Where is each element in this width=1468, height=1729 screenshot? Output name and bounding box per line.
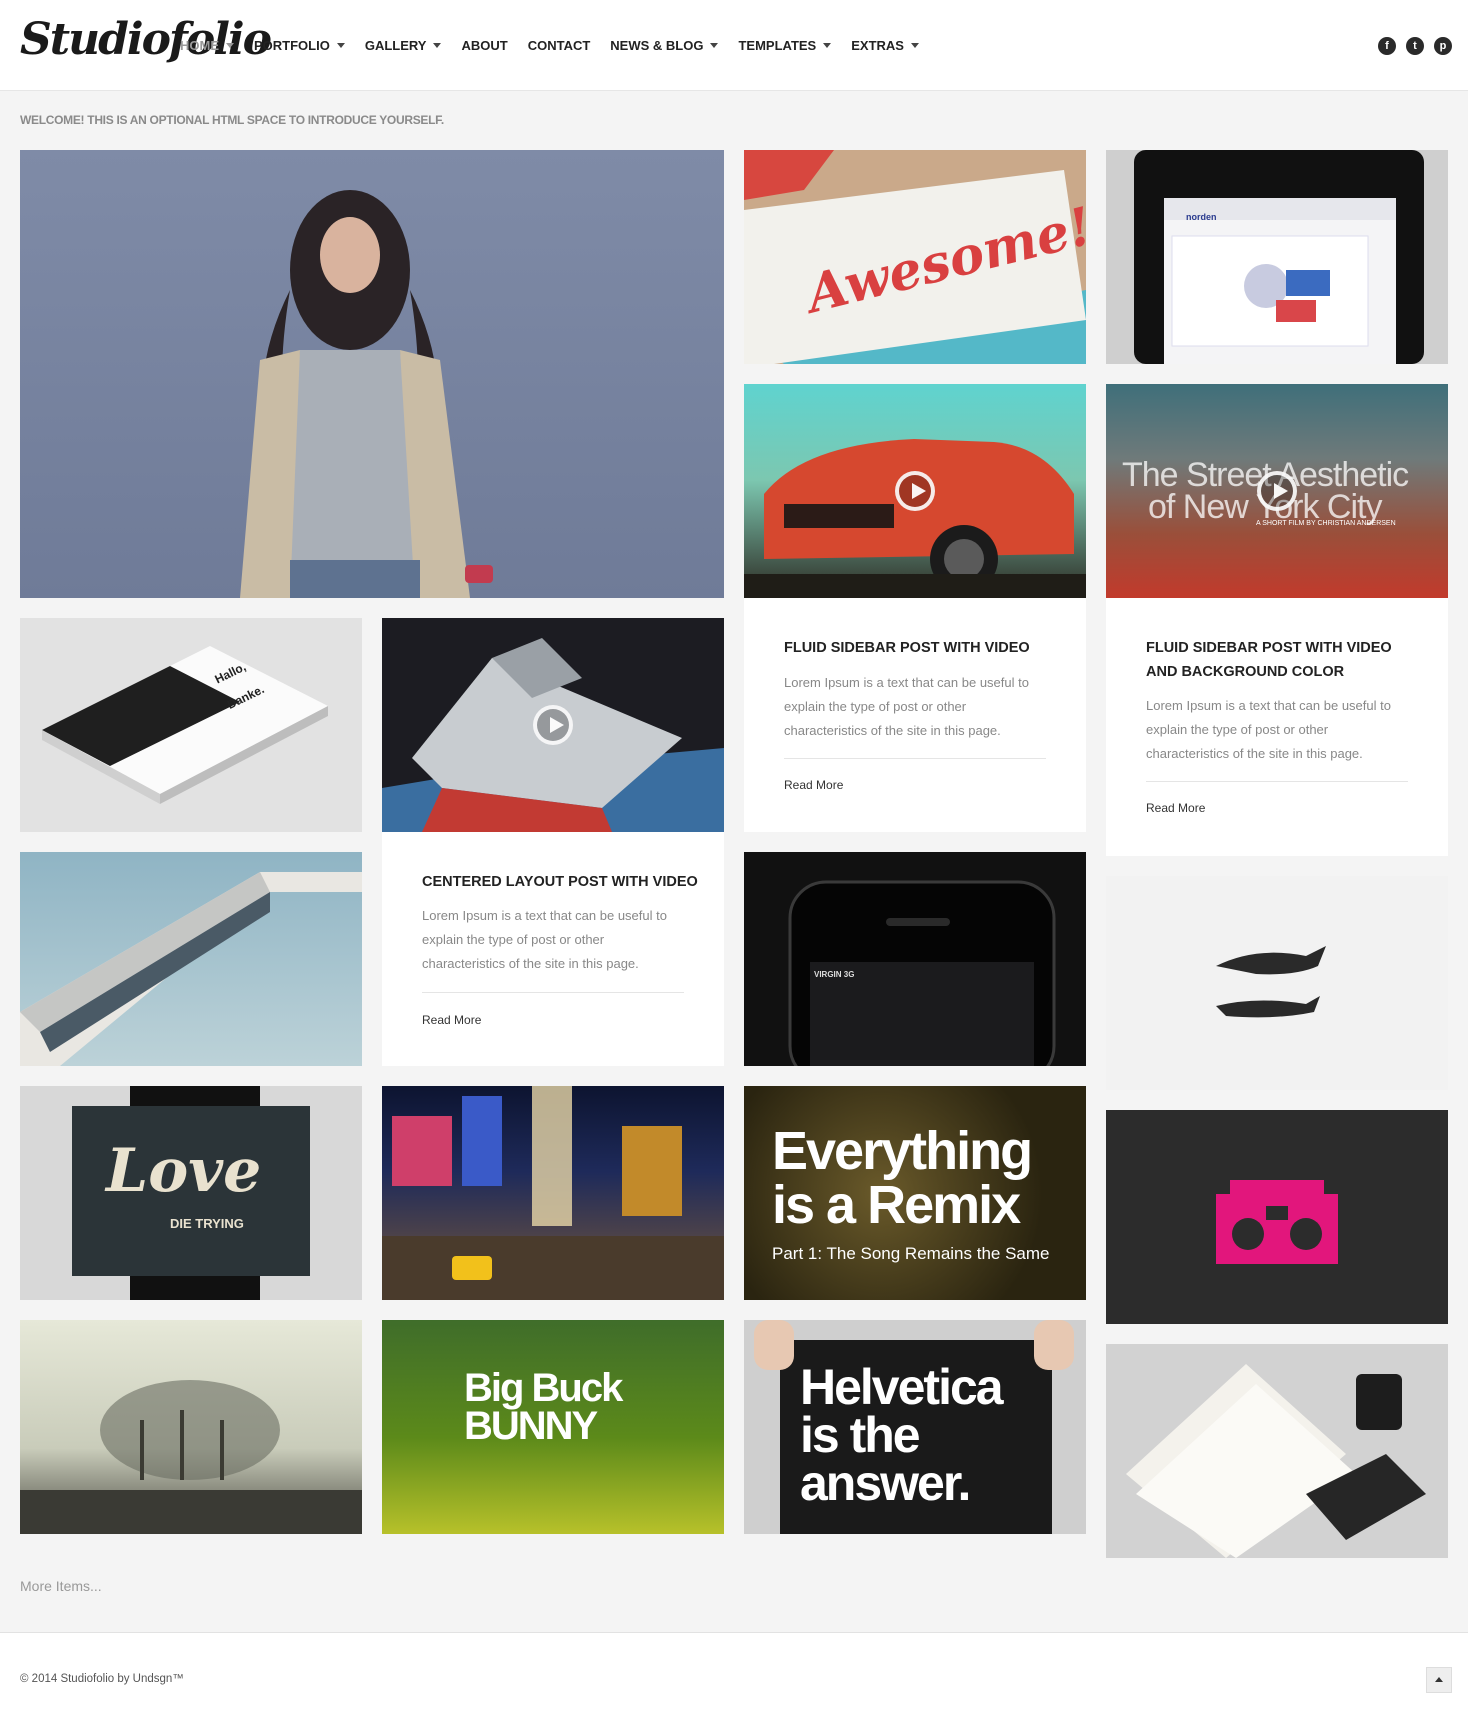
street-credit: A SHORT FILM BY CHRISTIAN ANDERSEN <box>1256 520 1396 527</box>
nav-label: NEWS & BLOG <box>610 38 704 53</box>
portfolio-tile-times-square[interactable] <box>382 1086 724 1300</box>
business-card-illustration <box>42 646 328 804</box>
site-header: Studiofolio HOME PORTFOLIO GALLERY ABOUT… <box>0 0 1468 91</box>
portfolio-tile-helvetica-poster[interactable]: Helvetica is the answer. <box>744 1320 1086 1534</box>
video-tile-everything-remix[interactable]: Everything is a Remix Part 1: The Song R… <box>744 1086 1086 1300</box>
nav-item-news-blog[interactable]: NEWS & BLOG <box>610 38 719 53</box>
nav-item-templates[interactable]: TEMPLATES <box>738 38 832 53</box>
video-tile-street-aesthetic[interactable]: The Street Aesthetic of New York City A … <box>1106 384 1448 598</box>
post-excerpt: Lorem Ipsum is a text that can be useful… <box>784 675 1029 738</box>
read-more-link[interactable]: Read More <box>422 1013 481 1027</box>
caret-down-icon <box>433 43 442 48</box>
post-card-centered-layout-video: CENTERED LAYOUT POST WITH VIDEO Lorem Ip… <box>382 832 724 1066</box>
iphone-illustration <box>788 880 1056 1066</box>
nav-label: CONTACT <box>527 38 591 53</box>
nav-item-about[interactable]: ABOUT <box>461 38 507 53</box>
site-footer: © 2014 Studiofolio by Undsgn™ <box>0 1633 1468 1729</box>
post-title[interactable]: FLUID SIDEBAR POST WITH VIDEO <box>784 636 1030 660</box>
post-title-line2[interactable]: AND BACKGROUND COLOR <box>1146 660 1344 684</box>
play-icon[interactable] <box>895 471 935 511</box>
play-icon[interactable] <box>533 705 573 745</box>
helvetica-line3: answer. <box>800 1455 971 1511</box>
portfolio-tile-hallo-danke-cards[interactable]: Hallo, Danke. <box>20 618 362 832</box>
remix-title-line2: is a Remix <box>772 1175 1021 1235</box>
caret-down-icon <box>710 43 719 48</box>
divider <box>422 992 684 993</box>
post-title-line1[interactable]: FLUID SIDEBAR POST WITH VIDEO <box>1146 636 1392 660</box>
bunny-title-line2: BUNNY <box>464 1404 598 1448</box>
pinterest-icon[interactable]: p <box>1434 37 1452 55</box>
portfolio-tile-iphone[interactable]: VIRGIN 3G <box>744 852 1086 1066</box>
more-items-link[interactable]: More Items... <box>20 1578 102 1594</box>
nav-label: PORTFOLIO <box>254 38 330 53</box>
read-more-link[interactable]: Read More <box>784 778 843 792</box>
caret-down-icon <box>910 43 919 48</box>
post-excerpt: Lorem Ipsum is a text that can be useful… <box>1146 698 1391 761</box>
post-excerpt: Lorem Ipsum is a text that can be useful… <box>422 908 667 971</box>
love-subtitle: DIE TRYING <box>170 1216 244 1231</box>
portfolio-tile-love-poster[interactable]: Love DIE TRYING <box>20 1086 362 1300</box>
love-lettering: Love <box>106 1136 262 1206</box>
divider <box>784 758 1046 759</box>
portfolio-tile-norden-ipad[interactable]: norden <box>1106 150 1448 364</box>
social-links: f t p <box>1378 37 1452 55</box>
post-card-fluid-sidebar-video: FLUID SIDEBAR POST WITH VIDEO Lorem Ipsu… <box>744 598 1086 832</box>
portfolio-tile-boombox[interactable] <box>1106 1110 1448 1324</box>
building-illustration <box>20 872 362 1066</box>
read-more-link[interactable]: Read More <box>1146 801 1205 815</box>
portfolio-tile-awesome[interactable]: Awesome! <box>744 150 1086 364</box>
carrier-text: VIRGIN 3G <box>814 970 855 979</box>
nav-item-extras[interactable]: EXTRAS <box>851 38 919 53</box>
main-nav: HOME PORTFOLIO GALLERY ABOUT CONTACT NEW… <box>180 38 939 53</box>
nav-item-contact[interactable]: CONTACT <box>528 38 591 53</box>
portfolio-tile-building[interactable] <box>20 852 362 1066</box>
ipad-illustration <box>1134 150 1424 364</box>
caret-down-icon <box>336 43 345 48</box>
video-tile-big-buck-bunny[interactable]: Big Buck BUNNY <box>382 1320 724 1534</box>
back-to-top-icon[interactable] <box>1426 1667 1452 1693</box>
portfolio-tile-woman[interactable] <box>20 150 724 598</box>
nav-item-gallery[interactable]: GALLERY <box>365 38 442 53</box>
nav-label: EXTRAS <box>851 38 904 53</box>
times-square-illustration <box>382 1086 724 1300</box>
post-card-fluid-sidebar-bg: FLUID SIDEBAR POST WITH VIDEO AND BACKGR… <box>1106 598 1448 856</box>
nav-label: ABOUT <box>461 38 508 53</box>
video-tile-red-car[interactable] <box>744 384 1086 598</box>
divider <box>1146 781 1408 782</box>
video-tile-lowpoly-boat[interactable] <box>382 618 724 832</box>
nav-label: TEMPLATES <box>738 38 817 53</box>
intro-text: WELCOME! THIS IS AN OPTIONAL HTML SPACE … <box>20 113 444 127</box>
remix-title-line1: Everything <box>772 1121 1033 1181</box>
twitter-icon[interactable]: t <box>1406 37 1424 55</box>
trees-illustration <box>20 1380 362 1534</box>
portfolio-tile-fox-logo[interactable] <box>1106 876 1448 1090</box>
portfolio-tile-stationery[interactable] <box>1106 1344 1448 1558</box>
play-icon[interactable] <box>1257 471 1297 511</box>
nav-item-home[interactable]: HOME <box>180 38 234 53</box>
caret-down-icon <box>226 43 234 48</box>
facebook-icon[interactable]: f <box>1378 37 1396 55</box>
nav-label: HOME <box>180 38 219 53</box>
boombox-icon <box>1216 1180 1338 1264</box>
post-title[interactable]: CENTERED LAYOUT POST WITH VIDEO <box>422 870 698 894</box>
caret-down-icon <box>823 43 832 48</box>
copyright-text: © 2014 Studiofolio by Undsgn™ <box>20 1673 184 1685</box>
woman-illustration <box>240 190 493 598</box>
nav-label: GALLERY <box>364 38 427 53</box>
remix-subtitle: Part 1: The Song Remains the Same <box>772 1244 1050 1263</box>
stationery-illustration <box>1126 1364 1426 1558</box>
nav-item-portfolio[interactable]: PORTFOLIO <box>254 38 345 53</box>
norden-logo: norden <box>1186 212 1217 222</box>
portfolio-tile-foggy-trees[interactable] <box>20 1320 362 1534</box>
fox-logo-icon <box>1216 946 1326 1018</box>
